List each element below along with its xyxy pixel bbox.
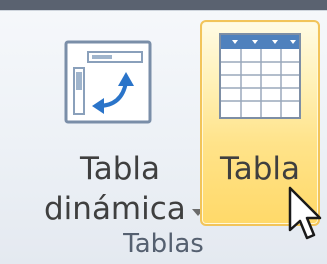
ribbon-group-tablas: Tabla dinámica Tabla Tablas (0, 10, 327, 264)
pivot-table-label-line2-wrap: dinámica (44, 189, 204, 229)
group-label: Tablas (123, 229, 204, 259)
pivot-table-button[interactable]: Tabla dinámica (44, 26, 204, 227)
table-label: Tabla (219, 151, 301, 187)
table-icon (219, 33, 301, 119)
pivot-table-label-line1: Tabla (79, 151, 161, 187)
pivot-table-icon (64, 40, 152, 124)
pivot-table-label: Tabla dinámica (44, 149, 204, 229)
pivot-table-label-line2: dinámica (44, 191, 186, 227)
arrow-pointer-icon (288, 186, 322, 240)
